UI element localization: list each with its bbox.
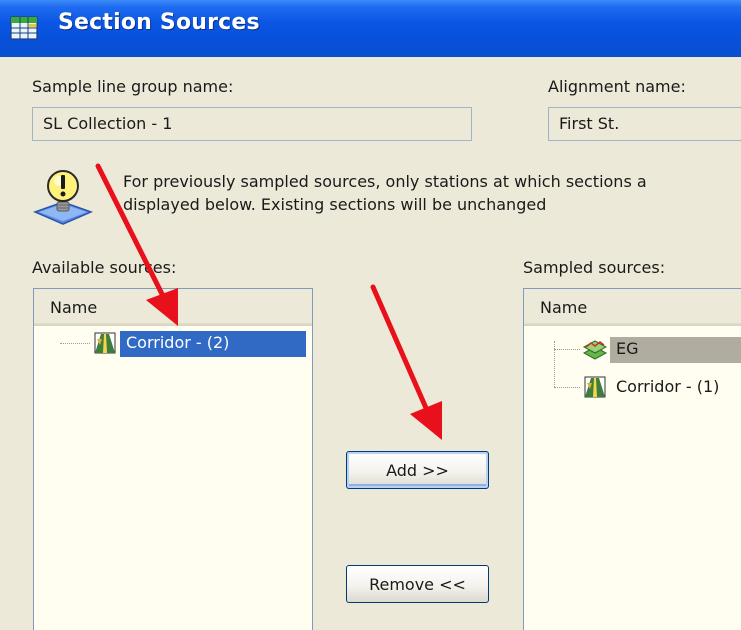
header-shadow bbox=[524, 323, 741, 326]
red-arrow-center bbox=[370, 284, 442, 440]
alignment-name-field[interactable]: First St. bbox=[548, 107, 741, 141]
lightbulb-info-icon bbox=[32, 170, 94, 225]
available-name-column-label: Name bbox=[50, 298, 98, 317]
title-bar[interactable]: Section Sources bbox=[0, 0, 741, 57]
info-line-1: For previously sampled sources, only sta… bbox=[123, 172, 647, 191]
sample-line-group-field[interactable]: SL Collection - 1 bbox=[32, 107, 472, 141]
available-name-column-header[interactable]: Name bbox=[34, 289, 312, 326]
available-sources-label: Available sources: bbox=[32, 258, 177, 277]
info-line-2: displayed below. Existing sections will … bbox=[123, 195, 547, 214]
corridor-icon bbox=[584, 376, 606, 398]
section-sources-dialog: Section Sources Sample line group name: … bbox=[0, 0, 741, 630]
window-title: Section Sources bbox=[58, 10, 260, 35]
corridor-icon bbox=[94, 332, 116, 354]
sampled-name-column-label: Name bbox=[540, 298, 588, 317]
table-grid-icon bbox=[10, 16, 38, 40]
add-button[interactable]: Add >> bbox=[346, 451, 489, 489]
header-shadow bbox=[34, 323, 312, 326]
tree-connector bbox=[554, 349, 580, 350]
sampled-sources-list[interactable]: Name EG Corridor - (1) bbox=[523, 288, 741, 630]
tree-connector bbox=[60, 343, 90, 344]
tree-item-label: Corridor - (1) bbox=[616, 377, 720, 396]
tree-connector bbox=[554, 341, 555, 387]
available-sources-list[interactable]: Name Corridor - (2) bbox=[33, 288, 313, 630]
tree-item-label: Corridor - (2) bbox=[120, 331, 306, 357]
remove-button[interactable]: Remove << bbox=[346, 565, 489, 603]
sampled-name-column-header[interactable]: Name bbox=[524, 289, 741, 326]
sampled-sources-label: Sampled sources: bbox=[523, 258, 666, 277]
tree-connector bbox=[554, 387, 580, 388]
sample-line-group-label: Sample line group name: bbox=[32, 77, 234, 96]
surface-icon bbox=[582, 340, 608, 360]
tree-item-label: EG bbox=[610, 337, 741, 363]
alignment-name-label: Alignment name: bbox=[548, 77, 686, 96]
info-message: For previously sampled sources, only sta… bbox=[123, 170, 647, 216]
